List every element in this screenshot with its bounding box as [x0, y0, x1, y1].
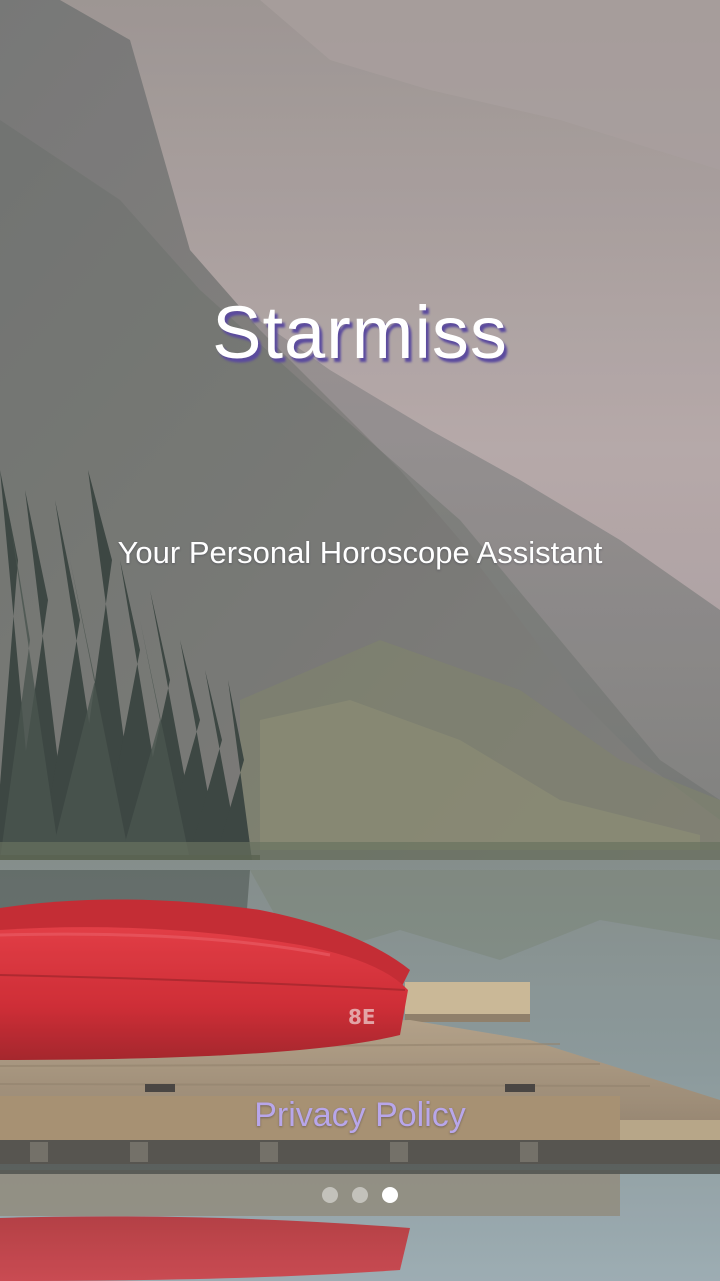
page-dot-1[interactable]: [322, 1187, 338, 1203]
page-dot-3-active[interactable]: [382, 1187, 398, 1203]
onboarding-screen: 8E Starmiss Your Personal Horoscope Assi…: [0, 0, 720, 1281]
background-photo: 8E: [0, 0, 720, 1281]
privacy-policy-link[interactable]: Privacy Policy: [0, 1096, 720, 1135]
app-title: Starmiss: [212, 291, 508, 374]
page-dot-2[interactable]: [352, 1187, 368, 1203]
app-tagline: Your Personal Horoscope Assistant: [117, 535, 603, 570]
page-indicator: [0, 1187, 720, 1203]
